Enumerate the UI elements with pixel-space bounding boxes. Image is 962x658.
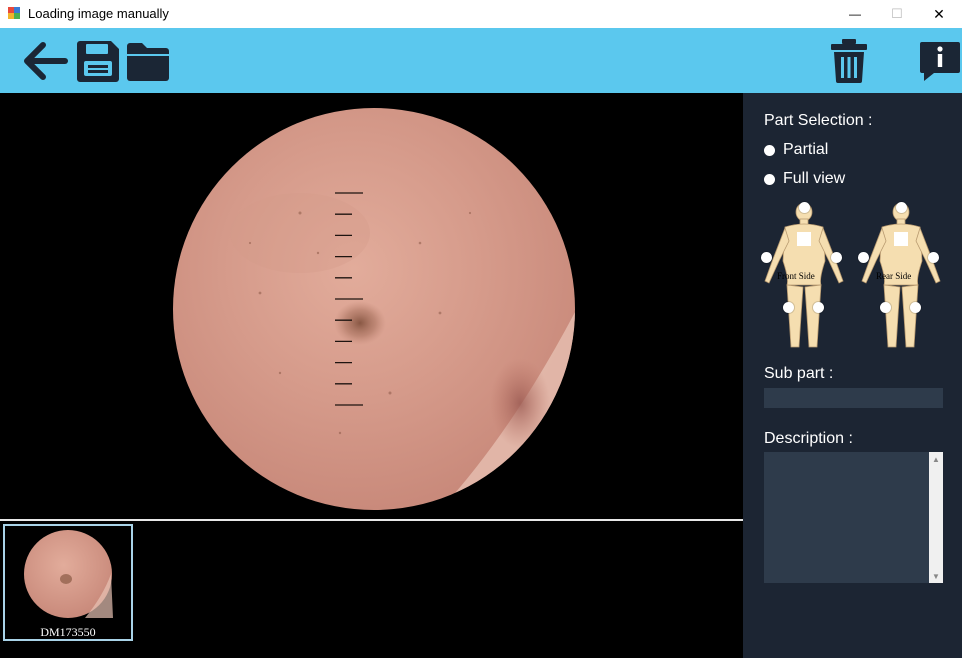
rear-head-selector[interactable] bbox=[896, 202, 907, 213]
radio-dot-icon bbox=[764, 173, 775, 185]
rear-back-selector[interactable] bbox=[894, 232, 908, 246]
front-body-figure: Front Side bbox=[759, 201, 849, 358]
thumbnail-strip: DM173550 bbox=[0, 521, 743, 658]
window-title: Loading image manually bbox=[28, 6, 169, 21]
title-bar: Loading image manually — ☐ ✕ bbox=[0, 0, 962, 28]
open-button[interactable] bbox=[123, 36, 173, 86]
sub-part-label: Sub part : bbox=[764, 365, 834, 382]
full-view-radio[interactable]: Full view bbox=[764, 170, 845, 188]
scroll-down-icon[interactable]: ▼ bbox=[929, 569, 943, 583]
rear-left-arm-selector[interactable] bbox=[858, 252, 869, 263]
minimize-icon: — bbox=[849, 7, 861, 21]
full-view-radio-label: Full view bbox=[783, 170, 846, 187]
sidebar: Part Selection : Partial Full view Front… bbox=[743, 93, 962, 658]
close-button[interactable]: ✕ bbox=[916, 0, 962, 28]
front-left-thigh-selector[interactable] bbox=[783, 302, 794, 313]
scroll-up-icon[interactable]: ▲ bbox=[929, 452, 943, 466]
front-left-arm-selector[interactable] bbox=[761, 252, 772, 263]
dermoscopy-image bbox=[173, 108, 575, 510]
front-side-label: Front Side bbox=[777, 271, 815, 281]
back-button[interactable] bbox=[20, 36, 70, 86]
radio-dot-icon bbox=[764, 144, 775, 156]
front-right-arm-selector[interactable] bbox=[831, 252, 842, 263]
rear-left-thigh-selector[interactable] bbox=[880, 302, 891, 313]
floppy-disk-icon bbox=[77, 41, 119, 82]
rear-side-label: Rear Side bbox=[876, 271, 912, 281]
arrow-left-icon bbox=[24, 42, 68, 80]
rear-right-arm-selector[interactable] bbox=[928, 252, 939, 263]
front-chest-selector[interactable] bbox=[797, 232, 811, 246]
toolbar bbox=[0, 28, 962, 93]
image-viewer[interactable] bbox=[0, 93, 743, 520]
delete-button[interactable] bbox=[824, 36, 874, 86]
thumbnail-image bbox=[24, 530, 113, 618]
close-icon: ✕ bbox=[933, 5, 945, 22]
maximize-button[interactable]: ☐ bbox=[874, 0, 920, 28]
thumbnail-item[interactable]: DM173550 bbox=[3, 524, 133, 641]
info-chat-icon bbox=[920, 42, 960, 81]
front-right-thigh-selector[interactable] bbox=[813, 302, 824, 313]
maximize-icon: ☐ bbox=[891, 6, 903, 21]
minimize-button[interactable]: — bbox=[832, 0, 878, 28]
description-field[interactable]: ▲ ▼ bbox=[764, 452, 943, 583]
partial-radio[interactable]: Partial bbox=[764, 141, 828, 159]
sub-part-field[interactable] bbox=[764, 388, 943, 408]
rear-right-thigh-selector[interactable] bbox=[910, 302, 921, 313]
save-button[interactable] bbox=[73, 36, 123, 86]
partial-radio-label: Partial bbox=[783, 141, 829, 158]
rear-body-figure: Rear Side bbox=[856, 201, 946, 358]
app-icon bbox=[8, 7, 20, 19]
description-scrollbar[interactable]: ▲ ▼ bbox=[929, 452, 943, 583]
front-head-selector[interactable] bbox=[799, 202, 810, 213]
thumbnail-label: DM173550 bbox=[40, 625, 96, 639]
trash-icon bbox=[831, 39, 867, 83]
part-selection-label: Part Selection : bbox=[764, 112, 873, 129]
info-button[interactable] bbox=[915, 36, 962, 86]
folder-icon bbox=[127, 43, 169, 81]
description-label: Description : bbox=[764, 430, 853, 447]
